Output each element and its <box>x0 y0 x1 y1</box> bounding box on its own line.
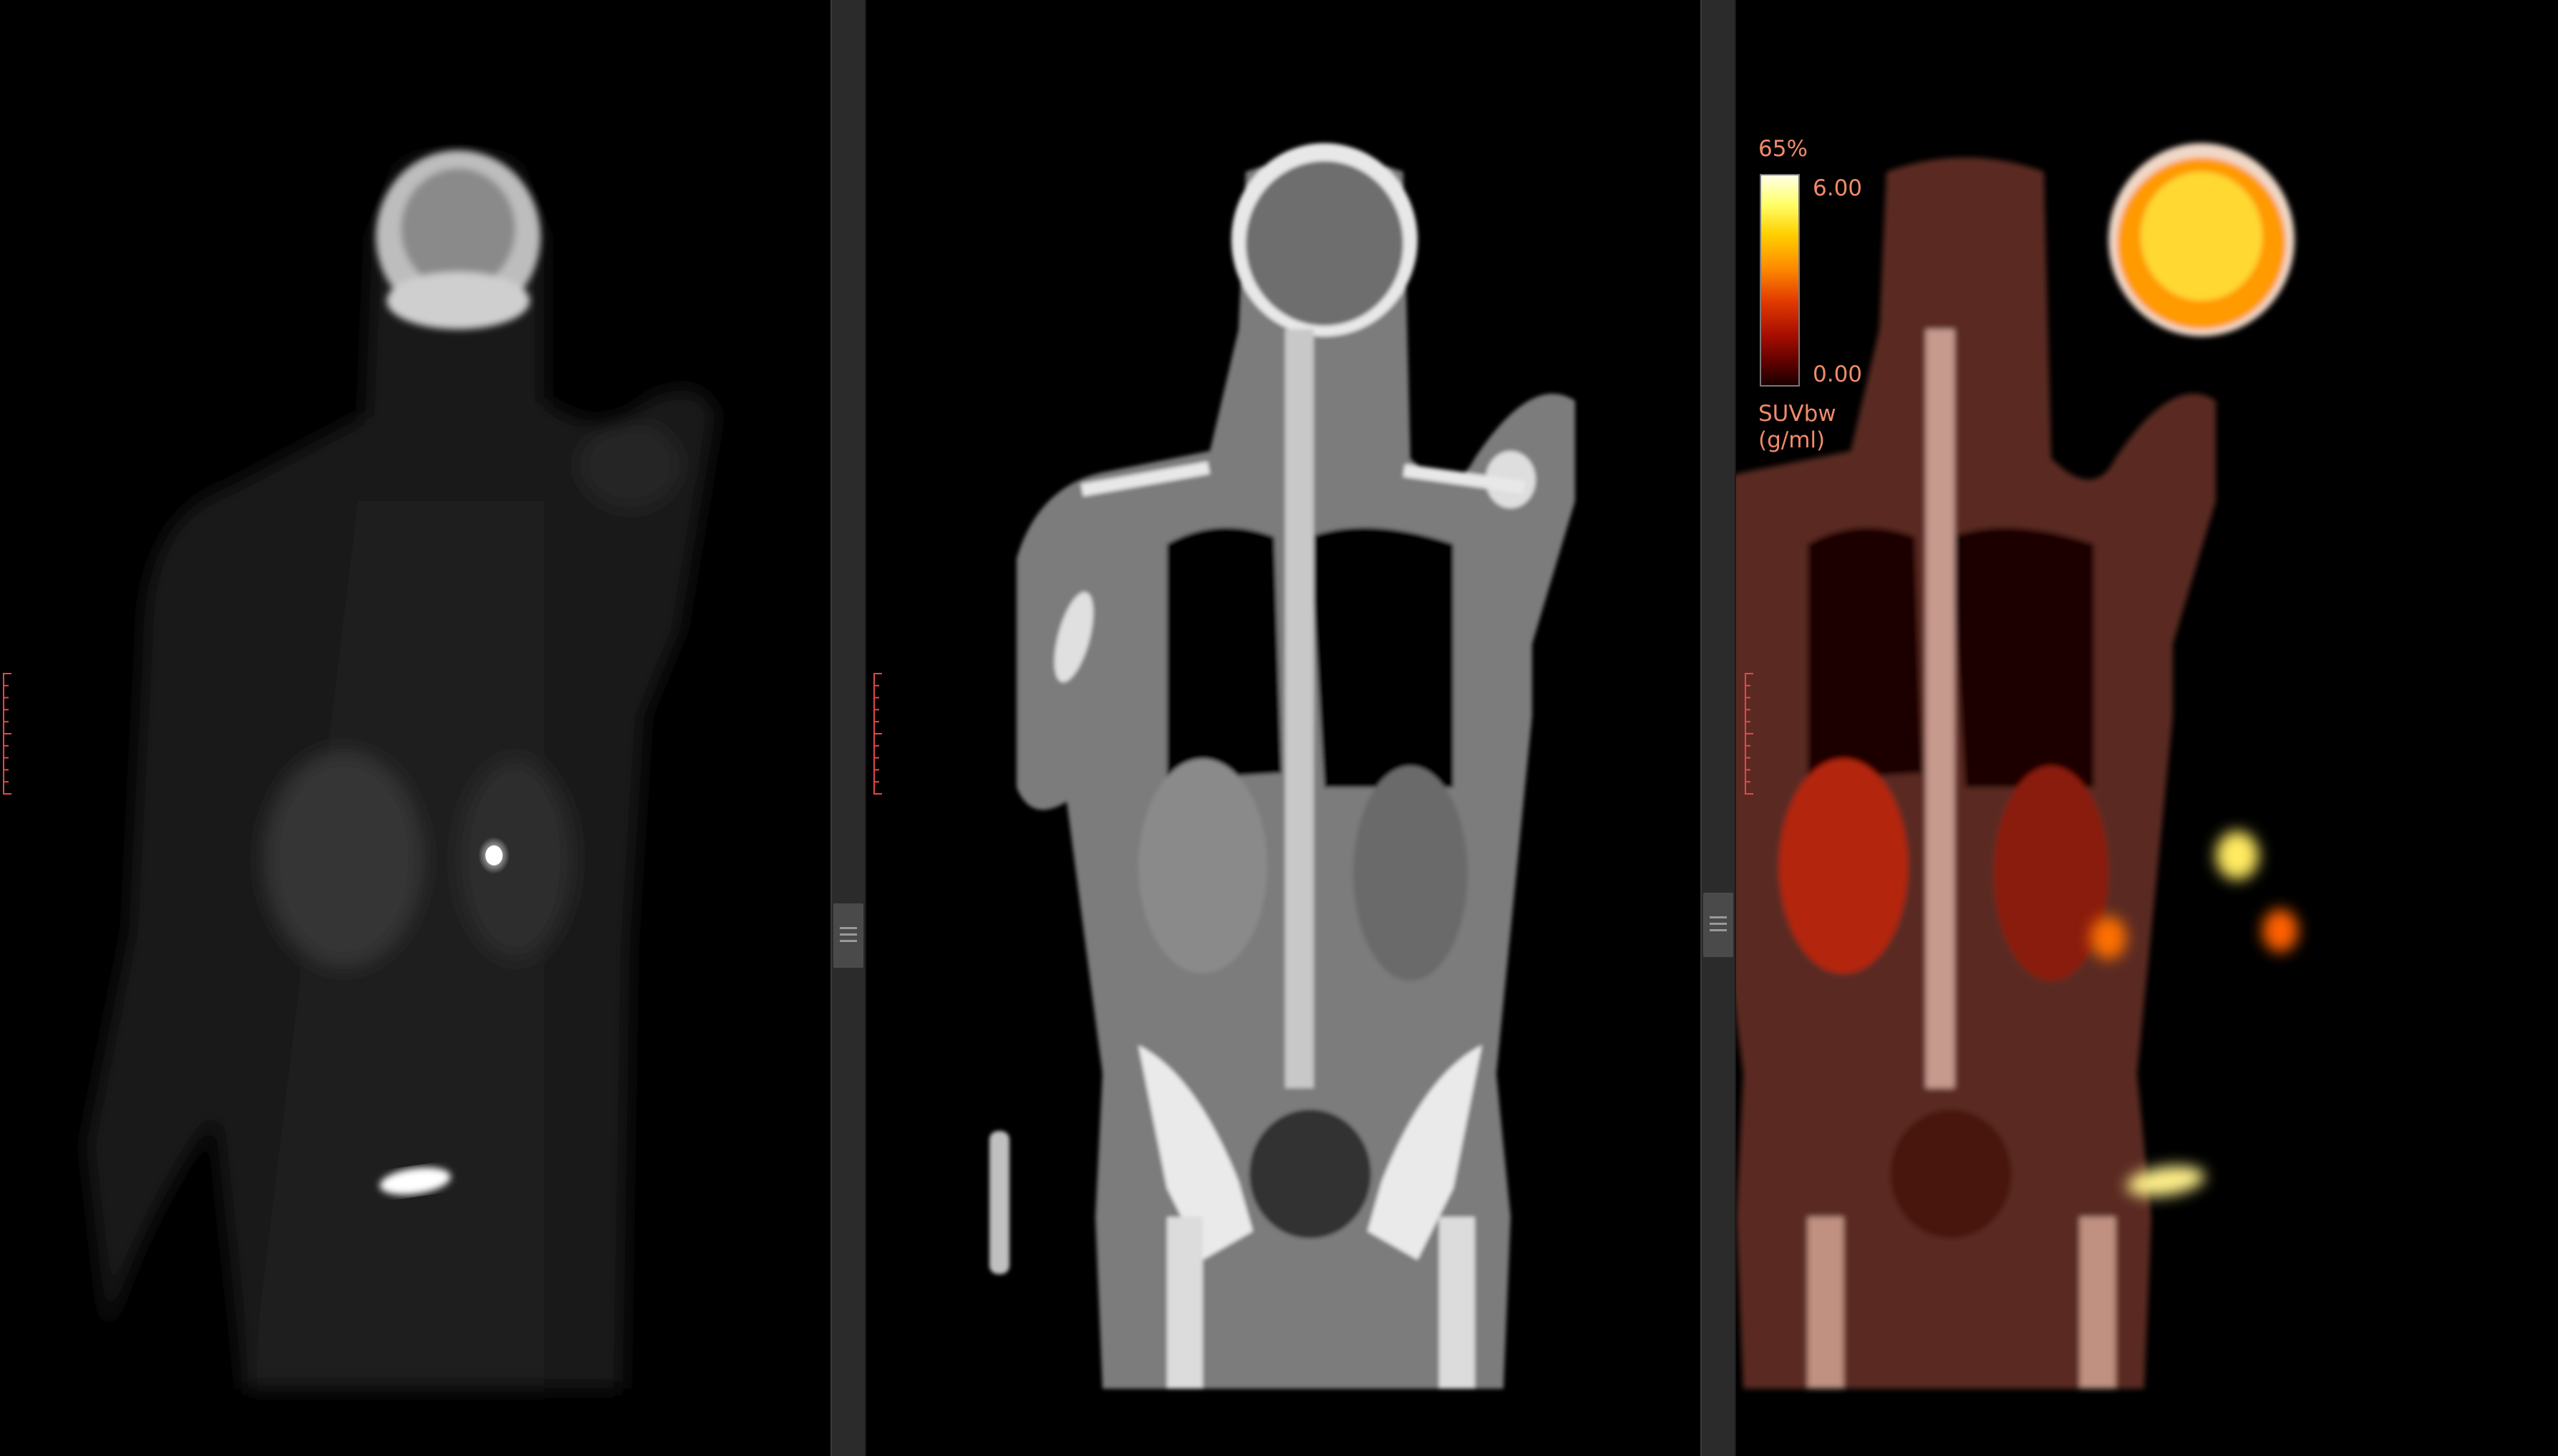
fusion-blend-percent[interactable]: 65% <box>1758 136 1808 162</box>
suv-unit-sublabel: (g/ml) <box>1758 427 1826 453</box>
colorbar-min-label: 0.00 <box>1813 361 1863 387</box>
pet-viewport[interactable] <box>0 0 830 1456</box>
viewport-splitter[interactable] <box>830 0 866 1456</box>
fusion-pet-ct-image <box>1736 143 2298 1389</box>
pet-mip-image <box>86 150 716 1389</box>
measurement-scale <box>1745 673 1755 795</box>
splitter-grip-handle[interactable] <box>1703 893 1733 957</box>
grip-icon <box>1710 916 1727 932</box>
colorbar-max-label: 6.00 <box>1813 175 1863 201</box>
measurement-scale <box>873 673 883 795</box>
ct-coronal-image <box>989 143 1575 1389</box>
measurement-scale <box>3 673 13 795</box>
splitter-grip-handle[interactable] <box>833 903 863 968</box>
ct-viewport[interactable] <box>866 0 1700 1456</box>
fusion-viewport[interactable] <box>1736 0 2558 1456</box>
grip-icon <box>840 927 857 943</box>
suv-colorbar[interactable] <box>1760 174 1800 387</box>
viewport-splitter[interactable] <box>1700 0 1736 1456</box>
suv-unit-label: SUVbw <box>1758 401 1836 427</box>
